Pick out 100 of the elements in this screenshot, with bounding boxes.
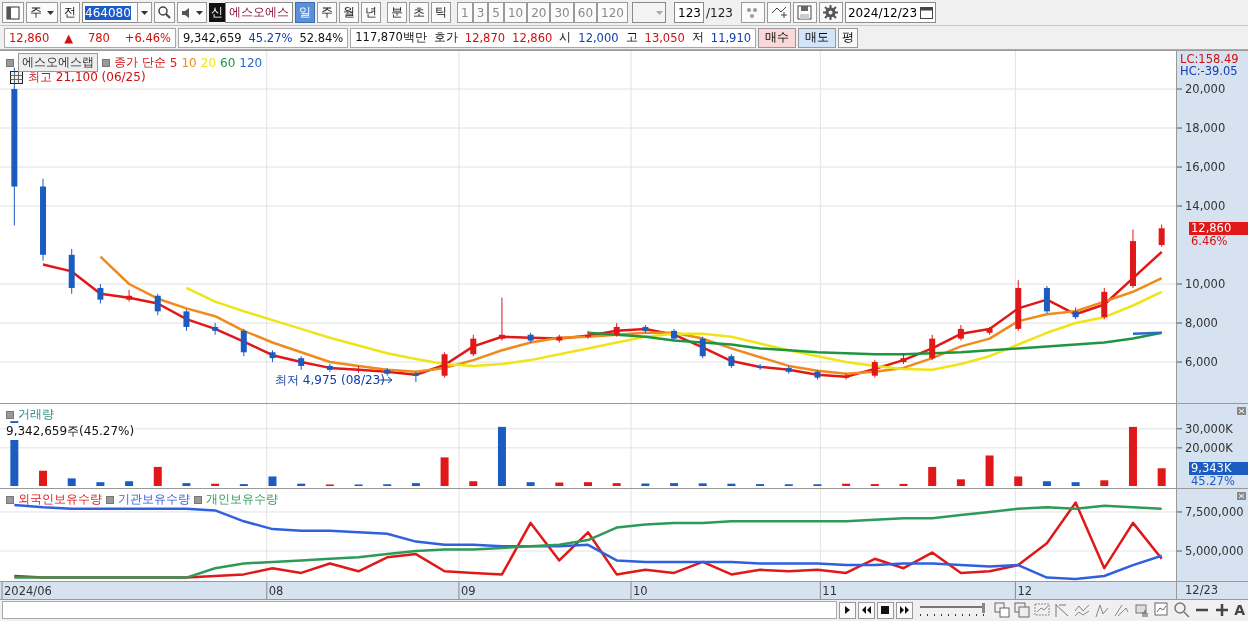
date-field[interactable]: 2024/12/23 — [844, 2, 937, 23]
line-tool-icon — [1114, 602, 1131, 618]
scrollbar[interactable] — [2, 601, 838, 619]
plus-icon — [1214, 602, 1231, 618]
legend-label: 5 — [169, 55, 178, 70]
candle — [900, 353, 907, 365]
dropdown-field[interactable] — [631, 2, 666, 23]
date-label: 12/23 — [1185, 583, 1219, 597]
high-note: 최고 21,100 (06/25) — [28, 70, 146, 84]
date-label: 09 — [460, 584, 476, 598]
layout-button[interactable] — [2, 2, 24, 23]
axis-label: HC:-39.05 — [1180, 64, 1238, 78]
caret-icon — [141, 10, 148, 15]
sell-button[interactable]: 매도 — [798, 27, 837, 48]
candle — [298, 355, 305, 371]
fast-forward-button[interactable] — [896, 601, 914, 619]
period-tab[interactable]: 초 — [409, 2, 429, 23]
calendar-icon[interactable] — [920, 6, 934, 19]
volume-bar — [182, 483, 191, 486]
period-tab[interactable]: 년 — [361, 2, 381, 23]
period-tab[interactable]: 주 — [317, 2, 337, 23]
font-button[interactable]: A — [1233, 602, 1246, 618]
axis-label: 10,000 — [1185, 277, 1226, 292]
save-button[interactable] — [792, 2, 817, 23]
candle — [757, 363, 764, 371]
candle — [326, 363, 333, 373]
dropdown-button[interactable] — [137, 2, 152, 23]
legend-label: 10 — [181, 55, 197, 70]
legend-marker-icon — [6, 495, 14, 504]
volume-bar — [96, 482, 105, 486]
ask-label: 호가 — [433, 30, 458, 45]
table-icon[interactable] — [10, 71, 23, 84]
candle — [814, 369, 821, 381]
up-arrow-icon: ▲ — [64, 30, 74, 45]
slider-thumb[interactable] — [982, 603, 986, 613]
candle — [527, 332, 534, 344]
candle — [470, 334, 477, 357]
overlay-button[interactable] — [993, 602, 1012, 618]
search-button[interactable] — [1173, 602, 1192, 618]
axis-label: 7,500,000 — [1185, 504, 1244, 519]
price-type-button[interactable]: 전 — [60, 2, 80, 23]
candle — [412, 371, 419, 383]
dots-button[interactable] — [740, 2, 765, 23]
date-label: 08 — [268, 584, 284, 598]
candle — [671, 328, 678, 342]
volume-bar — [928, 466, 937, 486]
fast-forward-icon — [899, 605, 911, 615]
close-icon[interactable] — [1237, 492, 1246, 500]
axis-label: 14,000 — [1185, 199, 1226, 214]
stop-button[interactable] — [877, 601, 895, 619]
change-rate-label: 6.46% — [1191, 235, 1228, 248]
market-select[interactable]: 주 — [26, 2, 58, 23]
ask-price: 12,870 — [464, 30, 506, 45]
trade-volume: 9,342,659 — [183, 30, 242, 45]
rewind-button[interactable] — [858, 601, 876, 619]
gear-button[interactable] — [818, 2, 843, 23]
chart-window-icon — [1154, 602, 1171, 618]
candle — [212, 322, 219, 336]
date-label: 10 — [633, 584, 648, 598]
count-field[interactable]: 123 — [673, 2, 704, 23]
crosshair-button[interactable] — [766, 2, 791, 23]
candle — [1130, 228, 1136, 289]
caret-icon — [47, 10, 54, 15]
stock-name-field: 에스오에스 — [225, 2, 293, 23]
legend-marker-icon — [6, 58, 14, 67]
overlay-icon — [994, 602, 1011, 618]
candle — [498, 297, 505, 342]
sound-button[interactable] — [177, 2, 207, 23]
search-button[interactable] — [154, 2, 175, 23]
overlap-button[interactable] — [1013, 602, 1032, 618]
legend-label: 20 — [200, 55, 217, 70]
volume-bar — [612, 483, 621, 486]
average-button[interactable]: 평 — [838, 27, 859, 48]
period-tab[interactable]: 분 — [387, 2, 407, 23]
volume-tag: 9,343K — [1189, 462, 1248, 476]
axis-label: 30,000K — [1185, 421, 1233, 436]
volume-bar — [670, 483, 679, 486]
close-icon[interactable] — [1237, 407, 1246, 415]
search-icon — [1174, 602, 1191, 618]
volume-bar — [727, 483, 736, 486]
legend-label: 개인보유수량 — [206, 491, 278, 508]
volume-bar — [211, 483, 220, 486]
line-tool-icon — [1094, 602, 1111, 618]
volume-bar — [555, 482, 564, 486]
play-button[interactable] — [839, 601, 857, 619]
chart-frame-button[interactable] — [1033, 602, 1052, 618]
period-tab[interactable]: 월 — [339, 2, 359, 23]
period-tab[interactable]: 틱 — [431, 2, 451, 23]
stock-code-field[interactable]: 464080 — [82, 2, 138, 23]
candle — [384, 367, 391, 377]
turnover-rate: 45.27% — [248, 30, 293, 45]
legend-marker-icon — [106, 495, 114, 504]
legend-label: 기관보유수량 — [118, 491, 190, 508]
chart-frame-icon — [1034, 602, 1051, 618]
indicator-title[interactable]: 에스오에스랩 — [18, 53, 98, 72]
volume-bar — [584, 482, 592, 486]
axis-label: 8,000 — [1185, 316, 1218, 331]
trendline-button[interactable] — [1073, 602, 1092, 618]
candle — [556, 334, 563, 344]
buy-button[interactable]: 매수 — [758, 27, 797, 48]
